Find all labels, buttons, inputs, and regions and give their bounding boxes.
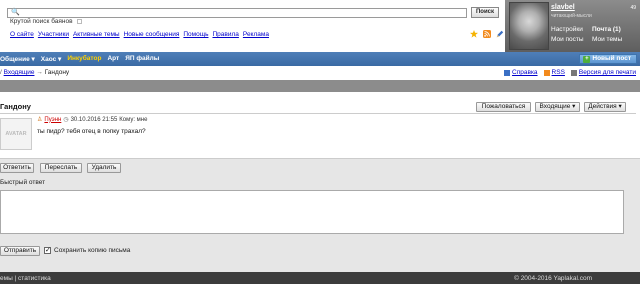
message-divider [0, 113, 636, 114]
top-links: О сайте Участники Активные темы Новые со… [10, 31, 269, 38]
breadcrumb-current: Гандону [44, 69, 70, 76]
actions-menu-button[interactable]: Действия ▾ [584, 102, 626, 112]
search-row: 🔍 Поиск [7, 7, 499, 18]
nav-item-general[interactable]: Общение ▾ [0, 55, 35, 63]
user-avatar[interactable] [509, 2, 549, 50]
section-header-bar [0, 80, 640, 92]
inbox-menu-label: Входящие ▾ [539, 103, 576, 110]
quick-reply-textarea[interactable] [0, 190, 624, 234]
footer-links[interactable]: емы | статистика [0, 275, 51, 282]
nav-item-chaos[interactable]: Хаос ▾ [41, 55, 62, 63]
user-panel: slavbel читающий-мысли 49 Настройки Почт… [505, 0, 640, 52]
tagline[interactable]: Крутой поиск баянов [10, 18, 83, 25]
help-link-label: Справка [512, 69, 538, 76]
nav-items: Общение ▾ Хаос ▾ Инкубатор Арт ЯП файлы [0, 55, 159, 63]
search-icon: 🔍 [11, 8, 20, 16]
author-link[interactable]: Пуэнн [44, 117, 61, 123]
message-meta: ♙ Пуэнн ◷ 30.10.2016 21:55 Кому: мне [37, 116, 148, 124]
message-recipient: Кому: мне [119, 116, 148, 123]
delete-button[interactable]: Удалить [87, 163, 121, 173]
rss-link[interactable]: RSS [543, 69, 565, 76]
breadcrumb-inbox[interactable]: Входящие [4, 69, 35, 76]
avatar-placeholder: AVATAR [5, 131, 27, 137]
person-icon: ♙ [37, 117, 43, 123]
complain-button-label: Пожаловаться [481, 103, 526, 110]
breadcrumb-separator: → [36, 69, 43, 76]
save-copy-checkbox[interactable] [44, 246, 51, 254]
user-rank: читающий-мысли [551, 13, 592, 19]
complain-button[interactable]: Пожаловаться [476, 102, 531, 112]
print-link[interactable]: Версия для печати [570, 69, 636, 76]
rss-link-label: RSS [551, 69, 565, 76]
link-ads[interactable]: Реклама [243, 31, 269, 38]
nav-item-art[interactable]: Арт [107, 55, 119, 63]
link-rules[interactable]: Правила [212, 31, 238, 38]
delete-button-label: Удалить [91, 164, 117, 171]
print-icon [570, 69, 577, 76]
forward-button-label: Переслать [44, 164, 78, 171]
clock-icon: ◷ [63, 117, 69, 123]
nav-item-files[interactable]: ЯП файлы [125, 55, 159, 63]
rss-icon [543, 69, 550, 76]
sender-avatar: AVATAR [0, 118, 32, 150]
search-button-label: Поиск [475, 9, 494, 15]
link-help[interactable]: Помощь [183, 31, 208, 38]
my-topics-link[interactable]: Мои темы [592, 36, 622, 43]
save-copy-option: Сохранить копию письма [44, 246, 131, 254]
print-link-label: Версия для печати [578, 69, 636, 76]
reply-button-label: Ответить [3, 164, 31, 171]
footer-copyright: © 2004-2016 Yaplakal.com [514, 275, 592, 282]
new-post-label: Новый пост [592, 55, 631, 62]
link-members[interactable]: Участники [38, 31, 69, 38]
external-link-icon[interactable] [77, 18, 83, 24]
username-link[interactable]: slavbel [551, 4, 575, 11]
breadcrumb: / Входящие → Гандону [0, 69, 69, 76]
save-copy-label: Сохранить копию письма [54, 247, 131, 254]
settings-link[interactable]: Настройки [551, 26, 583, 33]
link-new-messages[interactable]: Новые сообщения [124, 31, 180, 38]
header-icons [470, 30, 504, 38]
message-body: ты пидр? тебя отец в попку трахал? [37, 128, 146, 135]
rss-icon[interactable] [483, 30, 491, 38]
breadcrumb-lead: / [0, 69, 2, 76]
forward-button[interactable]: Переслать [40, 163, 82, 173]
pencil-icon[interactable] [496, 30, 504, 38]
send-button[interactable]: Отправить [0, 246, 40, 256]
quick-reply-label: Быстрый ответ [0, 179, 46, 186]
star-icon[interactable] [470, 30, 478, 38]
send-button-label: Отправить [3, 247, 37, 254]
message-title: Гандону [0, 102, 31, 111]
message-date: 30.10.2016 21:55 [70, 116, 118, 123]
actions-menu-label: Действия ▾ [588, 103, 622, 110]
link-active-topics[interactable]: Активные темы [73, 31, 120, 38]
tagline-text[interactable]: Крутой поиск баянов [10, 18, 73, 25]
new-post-button[interactable]: + Новый пост [579, 54, 637, 64]
help-link[interactable]: Справка [504, 69, 538, 76]
page-links: Справка RSS Версия для печати [504, 69, 636, 76]
link-about[interactable]: О сайте [10, 31, 34, 38]
main-nav: Общение ▾ Хаос ▾ Инкубатор Арт ЯП файлы … [0, 52, 640, 66]
reply-button[interactable]: Ответить [0, 163, 34, 173]
nav-item-incubator[interactable]: Инкубатор [67, 55, 101, 63]
mail-link[interactable]: Почта (1) [592, 26, 621, 33]
search-input[interactable]: 🔍 [7, 7, 467, 18]
search-button[interactable]: Поиск [471, 7, 499, 18]
user-points: 49 [630, 5, 636, 11]
my-posts-link[interactable]: Мои посты [551, 36, 584, 43]
plus-icon: + [583, 55, 591, 63]
help-icon [504, 69, 511, 76]
footer: емы | статистика © 2004-2016 Yaplakal.co… [0, 272, 640, 284]
inbox-menu-button[interactable]: Входящие ▾ [535, 102, 580, 112]
